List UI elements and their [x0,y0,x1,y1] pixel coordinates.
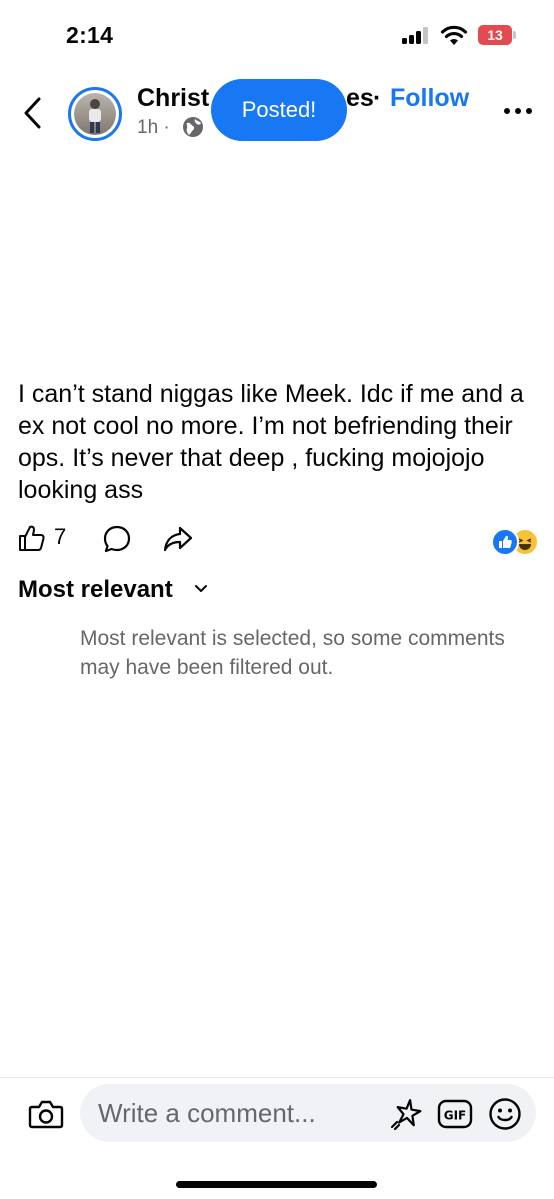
comment-icon[interactable] [102,524,132,554]
follow-button[interactable]: Follow [390,84,469,113]
cellular-signal-icon [402,26,432,44]
home-indicator [176,1181,377,1188]
chevron-down-icon[interactable] [193,583,209,595]
posted-toast: Posted! [211,79,347,141]
globe-icon [183,117,203,137]
share-icon[interactable] [163,525,193,553]
author-name-end[interactable]: es [346,84,374,113]
like-reaction-icon[interactable] [491,528,519,556]
person-photo-icon [89,99,101,133]
comment-input-placeholder[interactable]: Write a comment... [98,1098,316,1129]
like-icon[interactable] [18,524,46,552]
svg-text:GIF: GIF [444,1109,467,1123]
separator-dot: · [373,84,382,112]
back-chevron-icon[interactable] [22,96,44,130]
post-time: 1h · [137,117,170,138]
wifi-icon [440,25,468,45]
emoji-icon[interactable] [488,1097,522,1131]
more-options-icon[interactable] [503,106,533,116]
camera-icon[interactable] [28,1098,64,1130]
status-time: 2:14 [66,22,114,48]
composer-divider [0,1077,554,1078]
battery-indicator: 13 [478,25,512,45]
filter-note: Most relevant is selected, so some comme… [80,627,505,679]
author-avatar[interactable] [68,87,122,141]
comment-sort-dropdown[interactable]: Most relevant [18,576,173,604]
like-count[interactable]: 7 [54,524,66,550]
battery-tip [513,31,516,39]
author-name[interactable]: Christ [137,84,209,113]
avatar-sticker-icon[interactable] [389,1097,423,1131]
post-text: I can’t stand niggas like Meek. Idc if m… [18,380,524,504]
gif-icon[interactable]: GIF [437,1099,473,1129]
